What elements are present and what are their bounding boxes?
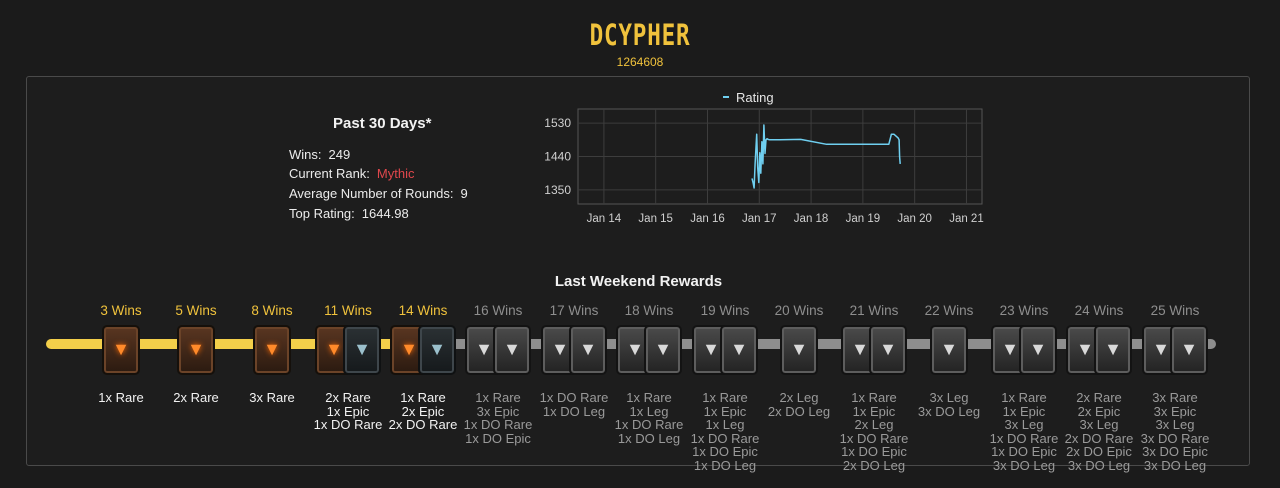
legend-label: Rating [736,90,774,105]
reward-item: 3x Epic [1153,403,1197,419]
reward-item: 1x DO Leg [693,457,757,473]
reward-item: 2x DO Leg [842,457,906,473]
x-tick-label: Jan 18 [794,213,829,225]
reward-chest-icon [177,325,215,375]
reward-item: 1x DO Rare [463,417,533,432]
reward-item: 1x DO Epic [841,444,907,459]
x-tick-label: Jan 15 [638,213,673,225]
tier-wins-label: 25 Wins [1150,303,1200,318]
reward-item: 1x DO Rare [839,430,909,446]
y-tick-label: 1350 [544,183,571,197]
stat-rounds: Average Number of Rounds: 9 [289,186,468,201]
stat-rounds-value: 9 [460,186,468,201]
stat-rank-value: Mythic [376,166,415,181]
reward-item: 3x DO Epic [1142,444,1208,459]
stat-rank-label: Current Rank: [289,166,370,181]
x-tick-label: Jan 14 [587,213,622,225]
reward-item: 3x Leg [1155,417,1195,432]
rating-chart: 1350 1440 1530 Jan 14 Jan 15 Jan 16 Jan 17 Jan … [544,90,984,225]
rewards-title: Last Weekend Rewards [554,273,723,290]
player-name: DCYPHER [589,18,691,52]
stat-top-rating-label: Top Rating: [289,206,355,221]
reward-item: 1x DO Rare [690,430,760,446]
reward-chest-icon [780,325,818,375]
tier-reward-list: 3x Rare 3x Epic 3x Leg 3x DO Rare 3x DO Epic… [1115,391,1235,472]
stat-wins: Wins: 249 [289,147,350,162]
stat-top-rating-value: 1644.98 [361,206,409,221]
reward-item: 1x DO Epic [465,430,531,446]
reward-item: 3x Rare [1152,390,1198,405]
stat-wins-label: Wins: [289,147,322,162]
y-tick-label: 1440 [544,150,571,164]
x-tick-label: Jan 16 [690,213,725,225]
reward-chest-icon [102,325,140,375]
stat-rounds-label: Average Number of Rounds: [289,186,454,201]
stat-rank: Current Rank: Mythic [289,166,414,181]
x-tick-label: Jan 19 [846,213,881,225]
tier-chests [1115,320,1235,380]
stat-wins-value: 249 [328,147,351,162]
y-tick-label: 1530 [544,116,571,130]
player-id: 1264608 [616,55,664,69]
x-tick-label: Jan 20 [897,213,932,225]
reward-item: 2x Leg [854,417,894,432]
stats-title: Past 30 Days* [333,115,432,132]
reward-chest-icon [930,325,968,375]
reward-item: 3x DO Rare [1140,430,1210,446]
x-tick-label: Jan 17 [742,213,777,225]
reward-chest-icon [1170,325,1208,375]
reward-tier: 25 Wins3x Rare3x Epic3x Leg3x DO Rare3x … [1115,302,1235,472]
reward-item: 3x DO Leg [1143,457,1207,473]
reward-item: 1x DO Epic [692,444,758,459]
x-tick-label: Jan 21 [949,213,984,225]
stat-top-rating: Top Rating: 1644.98 [289,206,409,221]
reward-chest-icon [253,325,291,375]
reward-item: 1x Leg [705,417,745,432]
